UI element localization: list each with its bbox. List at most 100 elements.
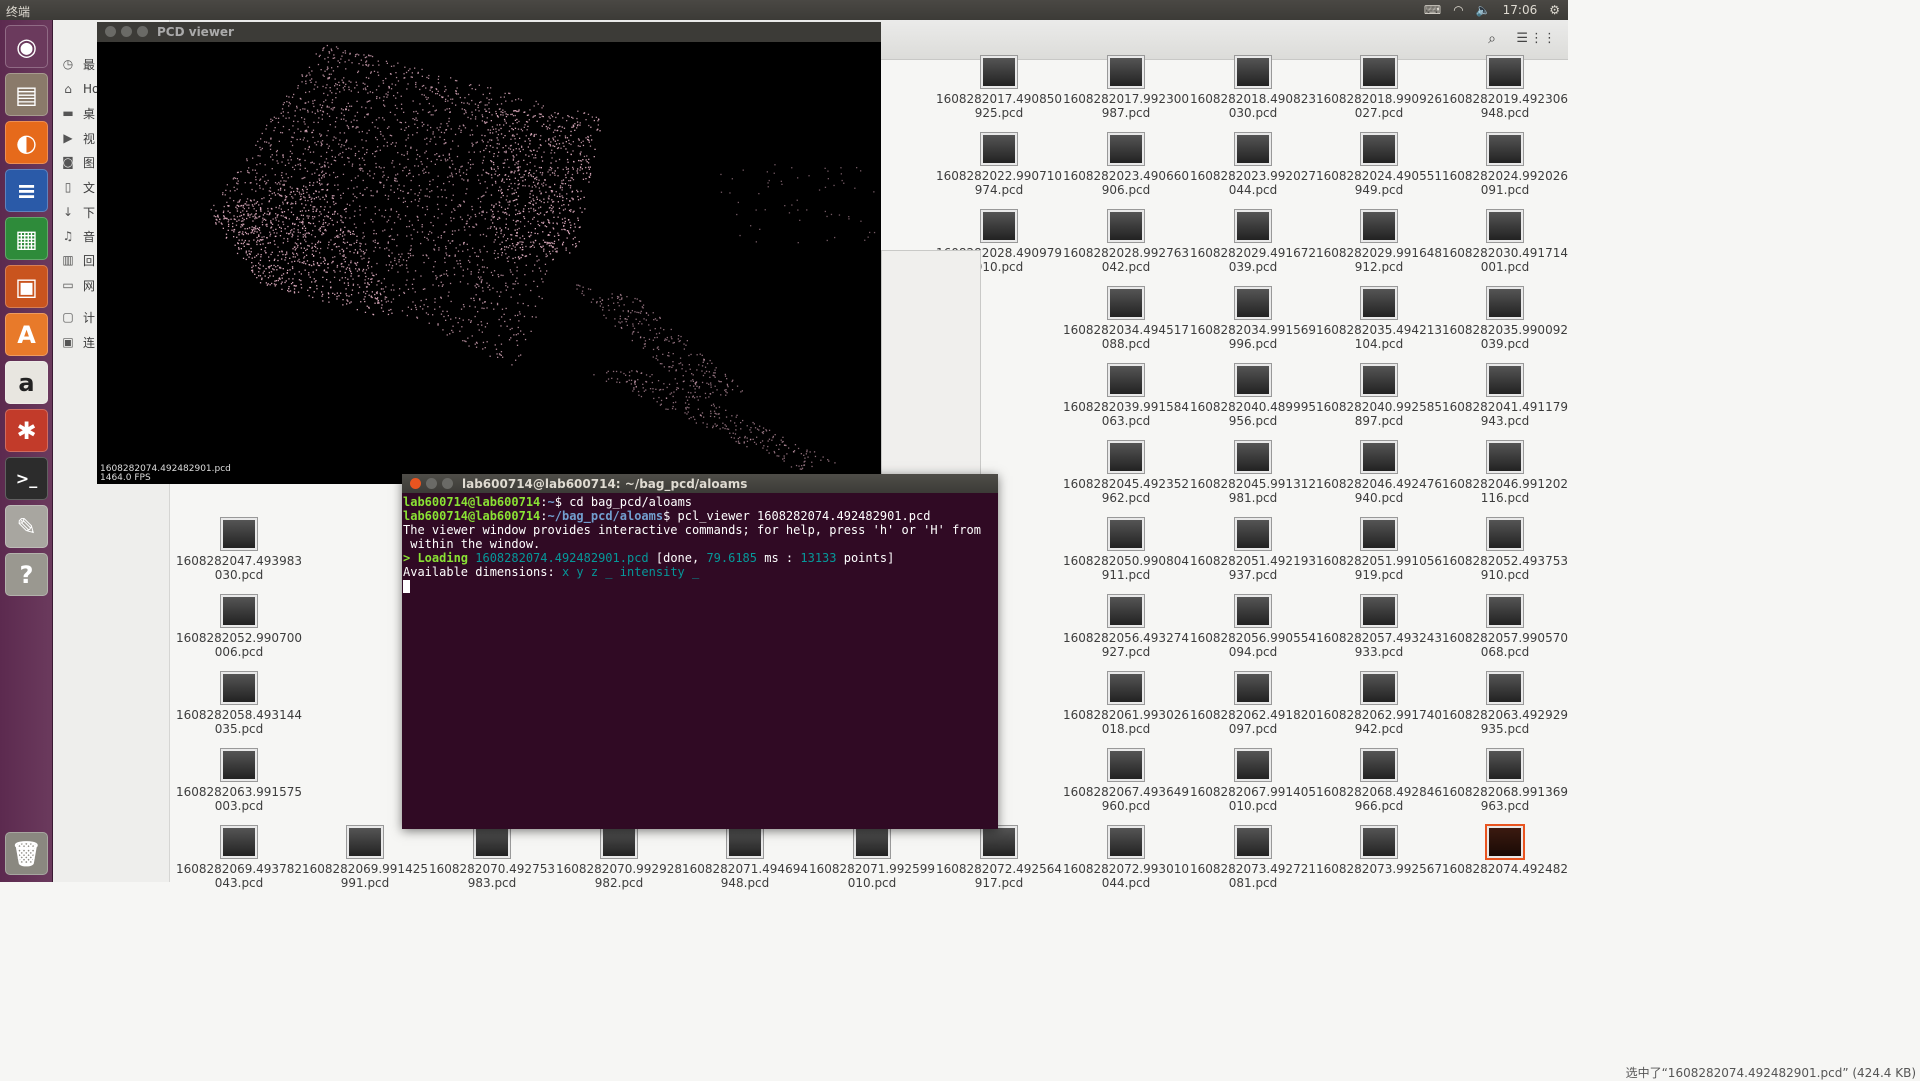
file-item[interactable]: 1608282040.992585897.pcd: [1314, 364, 1444, 428]
maximize-icon[interactable]: [137, 26, 148, 37]
file-item[interactable]: 1608282039.991584063.pcd: [1061, 364, 1191, 428]
text-editor-icon[interactable]: ✎: [5, 505, 48, 548]
file-item[interactable]: 1608282051.492193937.pcd: [1188, 518, 1318, 582]
writer-icon[interactable]: ≡: [5, 169, 48, 212]
minimize-icon[interactable]: [121, 26, 132, 37]
file-item[interactable]: 1608282062.991740942.pcd: [1314, 672, 1444, 736]
file-item[interactable]: 1608282024.490551949.pcd: [1314, 133, 1444, 197]
file-item[interactable]: 1608282035.494213104.pcd: [1314, 287, 1444, 351]
ubuntu-dash-icon[interactable]: ◉: [5, 25, 48, 68]
sidebar-item[interactable]: ◷最: [61, 54, 95, 74]
file-item[interactable]: 1608282050.990804911.pcd: [1061, 518, 1191, 582]
file-item[interactable]: 1608282071.992599010.pcd: [807, 826, 937, 890]
file-item[interactable]: 1608282052.990700006.pcd: [174, 595, 304, 659]
file-item[interactable]: 1608282072.993010044.pcd: [1061, 826, 1191, 890]
file-item[interactable]: 1608282019.492306948.pcd: [1440, 56, 1570, 120]
calc-icon[interactable]: ▦: [5, 217, 48, 260]
wifi-icon[interactable]: ◠: [1453, 3, 1463, 17]
list-view-icon[interactable]: ☰: [1516, 31, 1528, 46]
minimize-icon[interactable]: [426, 478, 437, 489]
files-icon[interactable]: ▤: [5, 73, 48, 116]
file-item[interactable]: 1608282058.493144035.pcd: [174, 672, 304, 736]
file-item[interactable]: 1608282017.992300987.pcd: [1061, 56, 1191, 120]
file-item[interactable]: 1608282071.494694948.pcd: [680, 826, 810, 890]
file-item[interactable]: 1608282057.493243933.pcd: [1314, 595, 1444, 659]
file-item[interactable]: 1608282063.991575003.pcd: [174, 749, 304, 813]
help-icon[interactable]: ?: [5, 553, 48, 596]
terminal-window[interactable]: lab600714@lab600714: ~/bag_pcd/aloams la…: [402, 474, 998, 829]
file-item[interactable]: 1608282067.991405010.pcd: [1188, 749, 1318, 813]
file-item[interactable]: 1608282040.489995956.pcd: [1188, 364, 1318, 428]
sidebar-item[interactable]: ▶视: [61, 128, 95, 148]
file-item[interactable]: 1608282069.493782043.pcd: [174, 826, 304, 890]
file-item[interactable]: 1608282023.992027044.pcd: [1188, 133, 1318, 197]
sidebar-item[interactable]: ▯文: [61, 177, 95, 197]
file-item[interactable]: 1608282056.990554094.pcd: [1188, 595, 1318, 659]
file-item[interactable]: 1608282046.492476940.pcd: [1314, 441, 1444, 505]
sidebar-item[interactable]: ▥回: [61, 250, 95, 270]
file-item[interactable]: 1608282069.991425991.pcd: [300, 826, 430, 890]
file-item[interactable]: 1608282045.991312981.pcd: [1188, 441, 1318, 505]
sidebar-item[interactable]: ▬桌: [61, 103, 95, 123]
file-item[interactable]: 1608282070.992928982.pcd: [554, 826, 684, 890]
sidebar-item[interactable]: ◙图: [61, 152, 95, 172]
sidebar-item[interactable]: ▭网: [61, 275, 95, 295]
file-item[interactable]: 1608282023.490660906.pcd: [1061, 133, 1191, 197]
file-item[interactable]: 1608282024.992026091.pcd: [1440, 133, 1570, 197]
file-item[interactable]: 1608282073.992567: [1314, 826, 1444, 876]
file-item[interactable]: 1608282068.492846966.pcd: [1314, 749, 1444, 813]
impress-icon[interactable]: ▣: [5, 265, 48, 308]
file-item[interactable]: 1608282045.492352962.pcd: [1061, 441, 1191, 505]
file-item[interactable]: 1608282070.492753983.pcd: [427, 826, 557, 890]
file-item[interactable]: 1608282061.993026018.pcd: [1061, 672, 1191, 736]
sidebar-item[interactable]: ▢计: [61, 307, 95, 327]
file-item[interactable]: 1608282068.991369963.pcd: [1440, 749, 1570, 813]
file-item[interactable]: 1608282018.490823030.pcd: [1188, 56, 1318, 120]
file-item[interactable]: 1608282067.493649960.pcd: [1061, 749, 1191, 813]
sidebar-item[interactable]: ♫音: [61, 226, 95, 246]
file-item[interactable]: 1608282056.493274927.pcd: [1061, 595, 1191, 659]
keyboard-icon[interactable]: ⌨: [1424, 3, 1441, 17]
file-item[interactable]: 1608282030.491714001.pcd: [1440, 210, 1570, 274]
software-center-icon[interactable]: A: [5, 313, 48, 356]
file-item[interactable]: 1608282022.990710974.pcd: [934, 133, 1064, 197]
pcd-viewer-titlebar[interactable]: PCD viewer: [97, 22, 881, 42]
search-icon[interactable]: ⌕: [1488, 31, 1496, 47]
file-item[interactable]: 1608282046.991202116.pcd: [1440, 441, 1570, 505]
clock[interactable]: 17:06: [1503, 3, 1538, 17]
file-item[interactable]: 1608282028.992763042.pcd: [1061, 210, 1191, 274]
file-item[interactable]: 1608282041.491179943.pcd: [1440, 364, 1570, 428]
file-item[interactable]: 1608282017.490850925.pcd: [934, 56, 1064, 120]
terminal-icon[interactable]: >_: [5, 457, 48, 500]
file-item[interactable]: 1608282072.492564917.pcd: [934, 826, 1064, 890]
file-item[interactable]: 1608282073.492721081.pcd: [1188, 826, 1318, 890]
grid-view-icon[interactable]: ⋮⋮: [1530, 31, 1556, 46]
settings-icon[interactable]: ✱: [5, 409, 48, 452]
file-item[interactable]: 1608282074.492482: [1440, 826, 1570, 876]
pcd-viewer-window[interactable]: PCD viewer 1608282074.492482901.pcd 1464…: [97, 22, 881, 484]
close-icon[interactable]: [105, 26, 116, 37]
file-item[interactable]: 1608282047.493983030.pcd: [174, 518, 304, 582]
sidebar-item[interactable]: ▣连: [61, 332, 95, 352]
file-item[interactable]: 1608282035.990092039.pcd: [1440, 287, 1570, 351]
file-item[interactable]: 1608282057.990570068.pcd: [1440, 595, 1570, 659]
file-item[interactable]: 1608282034.494517088.pcd: [1061, 287, 1191, 351]
file-item[interactable]: 1608282018.990926027.pcd: [1314, 56, 1444, 120]
firefox-icon[interactable]: ◐: [5, 121, 48, 164]
close-icon[interactable]: [410, 478, 421, 489]
file-item[interactable]: 1608282062.491820097.pcd: [1188, 672, 1318, 736]
maximize-icon[interactable]: [442, 478, 453, 489]
file-item[interactable]: 1608282029.491672039.pcd: [1188, 210, 1318, 274]
terminal-output[interactable]: lab600714@lab600714:~$ cd bag_pcd/aloams…: [403, 495, 997, 593]
point-cloud-canvas[interactable]: [97, 42, 881, 484]
gear-icon[interactable]: ⚙: [1549, 3, 1560, 17]
sidebar-item[interactable]: ⌂Ho: [61, 79, 99, 99]
file-item[interactable]: 1608282063.492929935.pcd: [1440, 672, 1570, 736]
sidebar-item[interactable]: ↓下: [61, 202, 95, 222]
terminal-titlebar[interactable]: lab600714@lab600714: ~/bag_pcd/aloams: [402, 474, 998, 493]
amazon-icon[interactable]: a: [5, 361, 48, 404]
volume-icon[interactable]: 🔈: [1476, 3, 1491, 17]
trash-icon[interactable]: 🗑: [5, 832, 48, 875]
file-item[interactable]: 1608282052.493753910.pcd: [1440, 518, 1570, 582]
file-item[interactable]: 1608282051.991056919.pcd: [1314, 518, 1444, 582]
